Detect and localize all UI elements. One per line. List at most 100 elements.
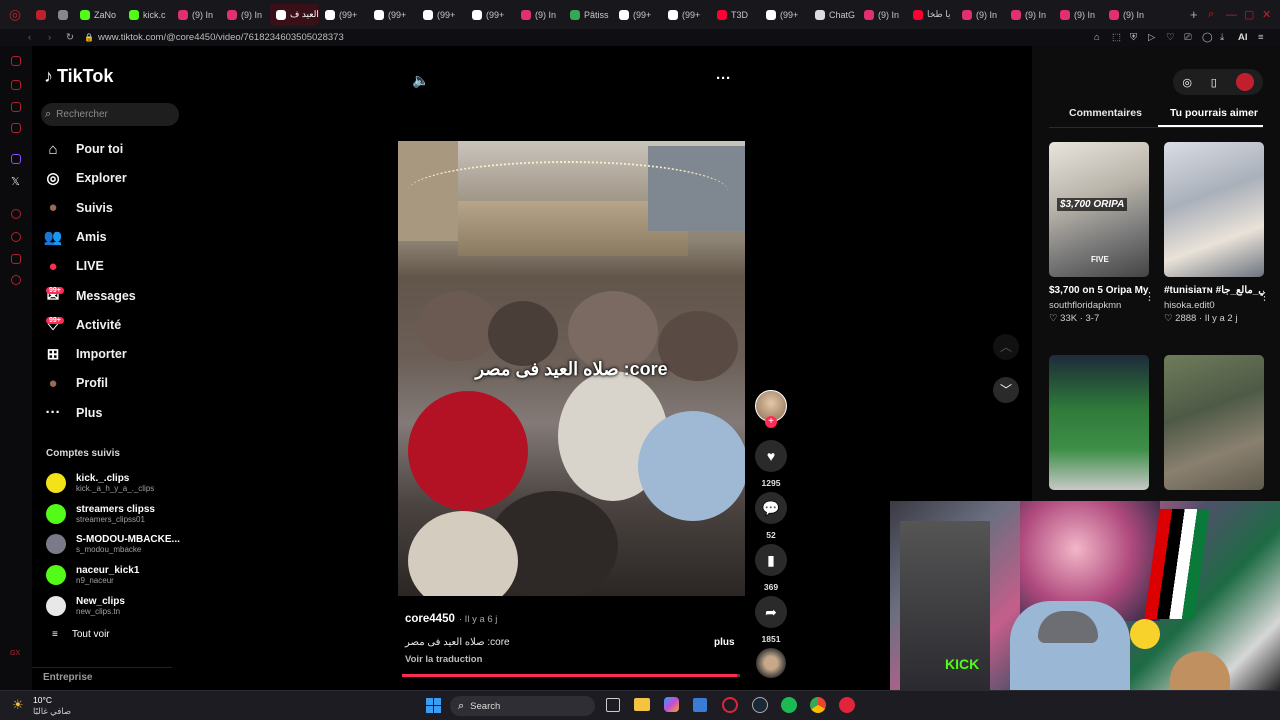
recommended-video-card[interactable]: $3,700 ORIPA FIVE $3,700 on 5 Oripa Myster…: [1049, 142, 1155, 324]
card-title[interactable]: #tunisiaᴛɴ #حب_الصيني_مالع_جا...: [1164, 284, 1264, 298]
browser-tab[interactable]: ChatG: [809, 4, 858, 26]
browser-tab[interactable]: يا طخا: [907, 4, 956, 26]
reload-icon[interactable]: ↻: [66, 32, 84, 43]
see-all-link[interactable]: ≡ Tout voir: [52, 629, 110, 640]
url-field[interactable]: www.tiktok.com/@core4450/video/761823460…: [98, 32, 798, 43]
forward-icon[interactable]: ›: [48, 32, 66, 43]
video-more-icon[interactable]: ···: [716, 70, 731, 87]
sidebar-player-icon[interactable]: [11, 209, 21, 219]
browser-tab[interactable]: kick.c: [123, 4, 172, 26]
comment-icon[interactable]: 💬: [755, 492, 787, 524]
next-video-button[interactable]: ﹀: [993, 377, 1019, 403]
share-arrow-icon[interactable]: ➦: [755, 596, 787, 628]
more-link[interactable]: plus: [714, 637, 735, 648]
sidebar-messenger-icon[interactable]: [11, 102, 21, 112]
like-action[interactable]: ♥ 1295: [755, 440, 787, 488]
tab-comments[interactable]: Commentaires: [1069, 107, 1142, 119]
search-input[interactable]: ⌕ Rechercher: [41, 103, 179, 126]
browser-tab[interactable]: (99+: [466, 4, 515, 26]
sidebar-shopping-icon[interactable]: [11, 80, 21, 90]
maximize-icon[interactable]: ▢: [1244, 8, 1262, 21]
card-username[interactable]: southfloridapkmn: [1049, 300, 1149, 311]
browser-tab[interactable]: (99+: [417, 4, 466, 26]
progress-track[interactable]: [402, 674, 740, 677]
footer-link[interactable]: Entreprise: [43, 672, 92, 683]
copilot-icon[interactable]: [664, 697, 679, 712]
browser-tab[interactable]: (9) In: [1103, 4, 1152, 26]
nav-item-amis[interactable]: 👥 Amis: [44, 225, 107, 249]
sidebar-settings-icon[interactable]: [11, 275, 21, 285]
player-icon[interactable]: ▷: [1148, 32, 1166, 43]
account-icon[interactable]: ◯: [1202, 32, 1220, 43]
bookmark-icon[interactable]: ▮: [755, 544, 787, 576]
browser-tab[interactable]: (9) In: [956, 4, 1005, 26]
browser-tab[interactable]: (9) In: [172, 4, 221, 26]
back-icon[interactable]: ‹: [28, 32, 48, 43]
card-username[interactable]: hisoka.edit0: [1164, 300, 1264, 311]
nav-item-explorer[interactable]: ◎ Explorer: [44, 166, 126, 190]
app-icon[interactable]: [839, 697, 855, 713]
close-window-icon[interactable]: ✕: [1262, 8, 1280, 21]
video-player[interactable]: صلاه العيد فى مصر :core: [398, 141, 745, 596]
browser-tab[interactable]: (99+: [368, 4, 417, 26]
music-disc-icon[interactable]: [756, 648, 786, 678]
video-thumbnail[interactable]: [1049, 355, 1149, 490]
ai-button[interactable]: AI: [1238, 32, 1258, 43]
following-account[interactable]: naceur_kick1 n9_naceur: [46, 561, 139, 589]
recommended-video-card[interactable]: #tunisiaᴛɴ #حب_الصيني_مالع_جا... hisoka.e…: [1164, 142, 1270, 324]
shield-icon[interactable]: ⛨: [1130, 32, 1148, 43]
compass-toggle-icon[interactable]: ◎: [1182, 76, 1192, 89]
video-thumbnail[interactable]: [1164, 142, 1264, 277]
opera-gx-taskbar-icon[interactable]: [722, 697, 738, 713]
browser-tab[interactable]: (99+: [760, 4, 809, 26]
tab-you-may-like[interactable]: Tu pourrais aimer: [1170, 107, 1258, 119]
translate-link[interactable]: Voir la traduction: [405, 654, 482, 665]
browser-tab[interactable]: (9) In: [515, 4, 564, 26]
volume-icon[interactable]: 🔈: [412, 72, 429, 89]
nav-item-live[interactable]: ● LIVE: [44, 254, 103, 278]
steam-icon[interactable]: [752, 697, 768, 713]
card-title[interactable]: $3,700 on 5 Oripa Mystery Packs in...: [1049, 284, 1149, 298]
browser-tab[interactable]: Pâtiss: [564, 4, 613, 26]
recommended-video-card[interactable]: [1164, 355, 1264, 490]
nav-item-pourtoi[interactable]: ⌂ Pour toi: [44, 137, 123, 161]
browser-tab[interactable]: T3D: [711, 4, 760, 26]
weather-icon[interactable]: ☀: [12, 697, 24, 713]
sidebar-gx-icon[interactable]: GX: [10, 650, 20, 657]
wallet-icon[interactable]: ⎚: [1184, 32, 1202, 43]
new-tab-icon[interactable]: +: [1190, 7, 1208, 22]
sidebar-history-icon[interactable]: [11, 232, 21, 242]
video-thumbnail[interactable]: $3,700 ORIPA FIVE: [1049, 142, 1149, 277]
browser-tab[interactable]: (9) In: [221, 4, 270, 26]
browser-tab[interactable]: (99+: [319, 4, 368, 26]
sidebar-ai-icon[interactable]: [11, 56, 21, 66]
recommended-video-card[interactable]: [1049, 355, 1149, 490]
browser-tab[interactable]: [30, 4, 52, 26]
browser-tab[interactable]: (99+: [662, 4, 711, 26]
opera-logo-icon[interactable]: ◎: [0, 6, 30, 23]
browser-tab[interactable]: (9) In: [858, 4, 907, 26]
sidebar-x-icon[interactable]: 𝕏: [11, 175, 20, 188]
chrome-icon[interactable]: [810, 697, 826, 713]
bookmark-icon[interactable]: ⌂: [1094, 32, 1112, 43]
browser-tab[interactable]: ZaNo: [74, 4, 123, 26]
sidebar-mail-icon[interactable]: [11, 123, 21, 133]
file-explorer-icon[interactable]: [634, 698, 650, 711]
sidebar-twitch-icon[interactable]: [11, 154, 21, 164]
card-more-icon[interactable]: ⋮: [1259, 290, 1270, 303]
windows-start-icon[interactable]: [426, 698, 441, 713]
download-icon[interactable]: ⤓: [1220, 32, 1238, 43]
following-account[interactable]: New_clips new_clips.tn: [46, 592, 125, 620]
previous-video-button[interactable]: ︿: [993, 334, 1019, 360]
heart-icon[interactable]: ♡: [1166, 32, 1184, 43]
share-action[interactable]: ➦ 1851: [755, 596, 787, 644]
following-account[interactable]: kick._.clips kick._a_h_y_a_._clips: [46, 469, 154, 497]
nav-item-plus[interactable]: ··· Plus: [44, 401, 103, 425]
store-icon[interactable]: [693, 698, 707, 712]
following-account[interactable]: S-MODOU-MBACKE... s_modou_mbacke: [46, 530, 180, 558]
following-account[interactable]: streamers clipss streamers_clipss01: [46, 500, 155, 528]
nav-item-importer[interactable]: ⊞ Importer: [44, 342, 127, 366]
author-name[interactable]: core4450: [405, 613, 455, 625]
menu-icon[interactable]: ≡: [1258, 32, 1280, 43]
follow-plus-icon[interactable]: +: [765, 416, 777, 428]
